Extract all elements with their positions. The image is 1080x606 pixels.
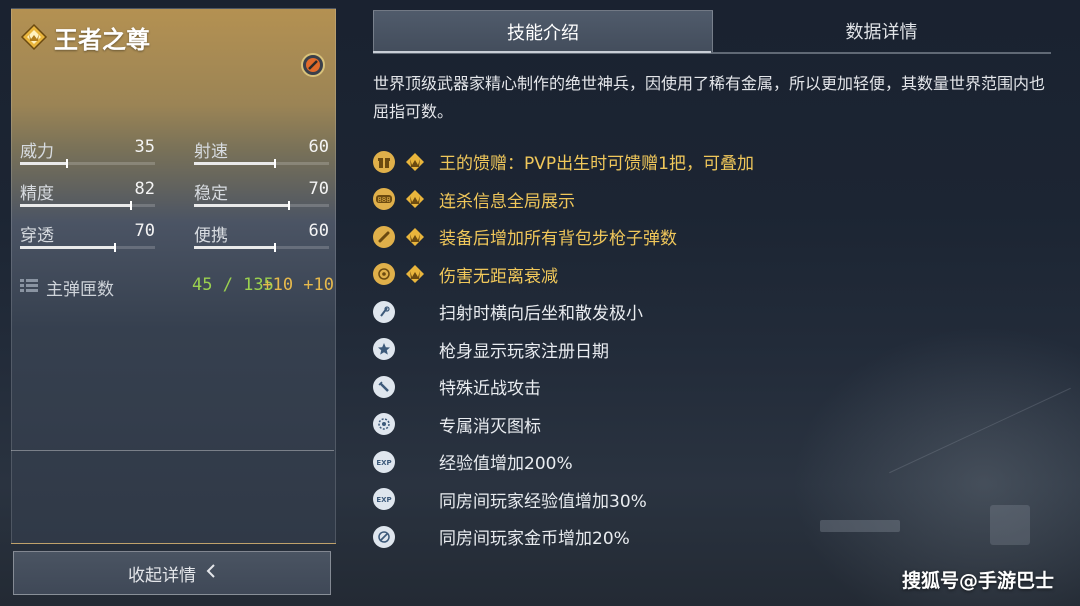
stat-bar-marker <box>274 159 276 168</box>
coin-icon <box>373 525 395 548</box>
gift-icon <box>373 150 395 173</box>
stat-label: 稳定 <box>194 184 228 204</box>
stat-value: 82 <box>134 179 155 199</box>
collapse-button-label: 收起详情 <box>128 565 196 586</box>
recoil-icon <box>373 300 395 323</box>
feature-item: EXP 经验值增加200% <box>373 443 1053 481</box>
collapse-details-button[interactable]: 收起详情 <box>13 551 331 595</box>
elimination-icon <box>373 413 395 436</box>
exp-icon: EXP <box>373 450 395 473</box>
ammo-bonus: +10 +10 <box>262 275 334 295</box>
feature-text: 王的馈赠：PVP出生时可馈赠1把，可叠加 <box>439 154 754 175</box>
stat-stability: 稳定 70 <box>194 179 329 213</box>
feature-text: 装备后增加所有背包步枪子弹数 <box>439 229 677 250</box>
feature-item: 枪身显示玩家注册日期 <box>373 331 1053 369</box>
bullet-icon <box>373 225 395 248</box>
weapon-card: 王者之尊 威力 35 射速 60 精度 82 稳定 70 穿透 70 便携 60 <box>11 8 336 544</box>
feature-text: 同房间玩家经验值增加30% <box>439 491 647 512</box>
weapon-description: 世界顶级武器家精心制作的绝世神兵，因使用了稀有金属，所以更加轻便，其数量世界范围… <box>373 74 1046 121</box>
crown-vip-icon <box>405 264 425 284</box>
stat-label: 射速 <box>194 142 228 162</box>
tab-data-details[interactable]: 数据详情 <box>712 10 1051 51</box>
stat-portability: 便携 60 <box>194 221 329 255</box>
stat-bar-marker <box>274 243 276 252</box>
svg-text:EXP: EXP <box>376 459 391 467</box>
feature-item: 装备后增加所有背包步枪子弹数 <box>373 218 1053 256</box>
chevron-left-icon <box>206 563 216 583</box>
watermark: 搜狐号@手游巴士 <box>901 570 1054 592</box>
feature-text: 专属消灭图标 <box>439 416 541 437</box>
stat-value: 60 <box>308 221 329 241</box>
feature-item: 888 连杀信息全局展示 <box>373 181 1053 219</box>
crown-rank-icon <box>20 23 48 51</box>
stat-bar-marker <box>129 201 132 210</box>
stat-bar <box>20 201 155 210</box>
card-divider <box>11 450 334 451</box>
feature-item: 伤害无距离衰减 <box>373 256 1053 294</box>
knife-icon <box>373 375 395 398</box>
weapon-title: 王者之尊 <box>20 19 150 55</box>
feature-text: 连杀信息全局展示 <box>439 191 575 212</box>
stat-value: 70 <box>134 221 155 241</box>
ammo-label: 主弹匣数 <box>46 280 114 300</box>
feature-text: 伤害无距离衰减 <box>439 266 558 287</box>
stat-bar-marker <box>287 201 290 210</box>
feature-item: 扫射时横向后坐和散发极小 <box>373 293 1053 331</box>
stat-accuracy: 精度 82 <box>20 179 155 213</box>
stat-bar-marker <box>113 243 116 252</box>
crown-vip-icon <box>405 227 425 247</box>
star-icon <box>373 338 395 361</box>
killstreak-icon: 888 <box>373 188 395 211</box>
stat-penetration: 穿透 70 <box>20 221 155 255</box>
stat-label: 穿透 <box>20 226 54 246</box>
stat-bar <box>20 243 155 252</box>
svg-text:888: 888 <box>377 196 390 204</box>
feature-text: 枪身显示玩家注册日期 <box>439 341 609 362</box>
feature-item: 同房间玩家金币增加20% <box>373 518 1053 556</box>
stat-bar <box>194 243 329 252</box>
weapon-name: 王者之尊 <box>54 25 150 54</box>
feature-item: 特殊近战攻击 <box>373 368 1053 406</box>
tab-bar: 技能介绍 数据详情 <box>373 10 1051 53</box>
stat-bar <box>20 159 155 168</box>
feature-item: 王的馈赠：PVP出生时可馈赠1把，可叠加 <box>373 143 1053 181</box>
target-icon <box>373 263 395 286</box>
stat-value: 60 <box>308 137 329 157</box>
crown-vip-icon <box>405 189 425 209</box>
feature-item: EXP 同房间玩家经验值增加30% <box>373 481 1053 519</box>
feature-text: 扫射时横向后坐和散发极小 <box>439 304 643 325</box>
ammo-row: 主弹匣数 45 / 135 +10 +10 <box>20 275 334 301</box>
magazine-icon <box>20 278 38 294</box>
stat-bar <box>194 159 329 168</box>
feature-item: 专属消灭图标 <box>373 406 1053 444</box>
feature-list: 王的馈赠：PVP出生时可馈赠1把，可叠加 888 连杀信息全局展示 装备后增加所… <box>373 143 1053 556</box>
stat-bar <box>194 201 329 210</box>
feature-text: 经验值增加200% <box>439 454 573 475</box>
feature-text: 特殊近战攻击 <box>439 379 541 400</box>
stat-label: 便携 <box>194 226 228 246</box>
stat-label: 精度 <box>20 184 54 204</box>
svg-text:EXP: EXP <box>376 496 391 504</box>
exp-room-icon: EXP <box>373 488 395 511</box>
weapon-badge-icon <box>301 53 325 77</box>
active-tab-indicator <box>373 51 711 53</box>
stat-label: 威力 <box>20 142 54 162</box>
stat-value: 70 <box>308 179 329 199</box>
crown-vip-icon <box>405 152 425 172</box>
feature-text: 同房间玩家金币增加20% <box>439 529 630 550</box>
stat-fire-rate: 射速 60 <box>194 137 329 171</box>
stat-power: 威力 35 <box>20 137 155 171</box>
tab-skill-intro[interactable]: 技能介绍 <box>373 10 713 52</box>
stat-value: 35 <box>134 137 155 157</box>
stat-bar-marker <box>66 159 69 168</box>
